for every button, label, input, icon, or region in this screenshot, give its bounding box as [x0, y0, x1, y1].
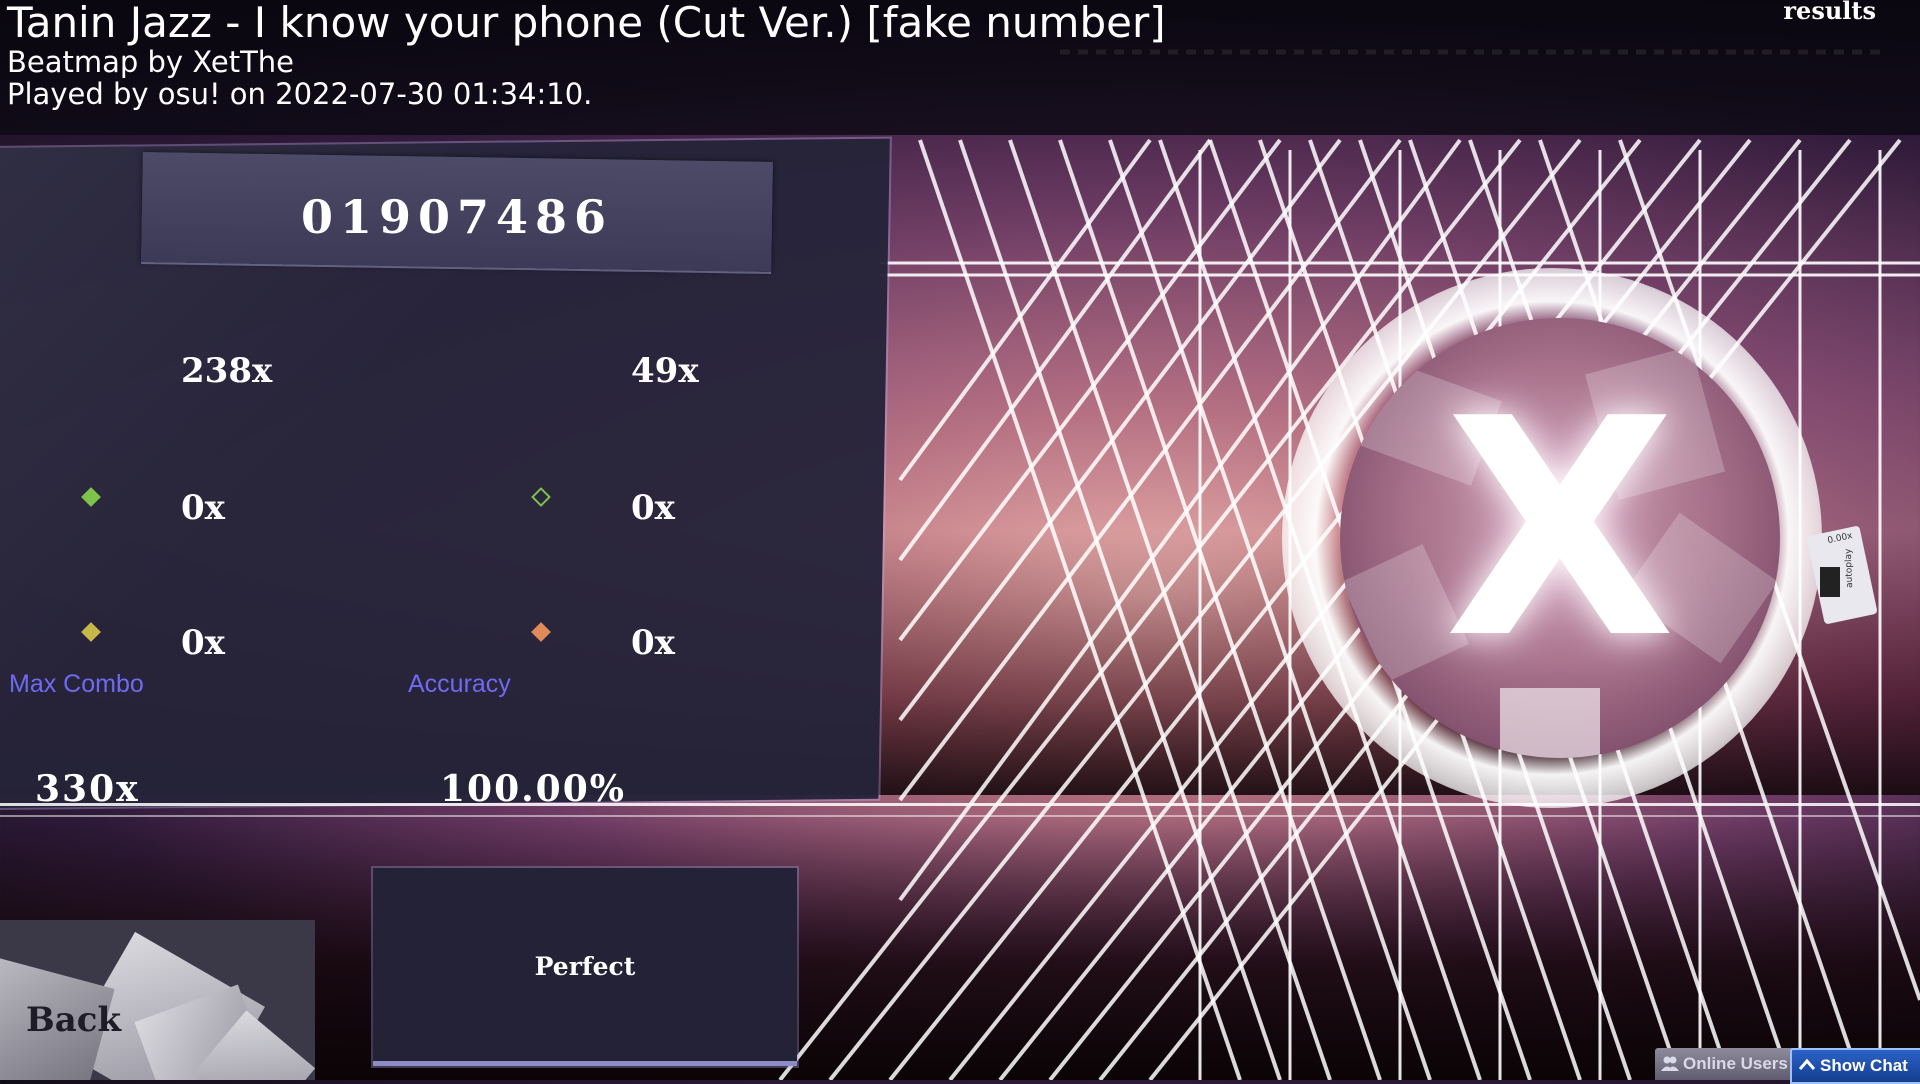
- hit-count-geki: 49x: [631, 351, 699, 391]
- max-combo-label: Max Combo: [9, 670, 144, 698]
- hit-count-50: 0x: [181, 623, 225, 663]
- beatmap-mapper: Beatmap by XetThe: [7, 45, 295, 79]
- divider-line: [0, 803, 1920, 806]
- hit-count-miss: 0x: [631, 623, 675, 663]
- mod-multiplier: 0.00x: [1826, 531, 1854, 547]
- grade-letter: X: [1444, 355, 1676, 704]
- hit-count-100: 0x: [181, 488, 225, 528]
- accuracy-value: 100.00%: [440, 768, 626, 810]
- play-info: Played by osu! on 2022-07-30 01:34:10.: [7, 77, 593, 111]
- hit-count-katu: 0x: [631, 488, 675, 528]
- hit-count-300: 238x: [181, 351, 273, 391]
- back-button-label[interactable]: Back: [26, 1000, 121, 1040]
- beatmap-title: Tanin Jazz - I know your phone (Cut Ver.…: [7, 0, 1166, 47]
- total-score: 01907486: [300, 190, 614, 244]
- divider-line-secondary: [0, 815, 1920, 817]
- results-header: Tanin Jazz - I know your phone (Cut Ver.…: [0, 0, 1920, 135]
- online-users-label: Online Users: [1683, 1054, 1788, 1073]
- mod-name: autoplay: [1843, 548, 1856, 589]
- max-combo-value: 330x: [35, 768, 140, 810]
- show-chat-label: Show Chat: [1820, 1056, 1908, 1075]
- mod-card-shadow: [1820, 567, 1840, 597]
- chevron-up-icon: [1798, 1058, 1816, 1070]
- performance-label: Perfect: [534, 952, 636, 981]
- users-icon: [1661, 1056, 1679, 1071]
- screen-label: results: [1783, 0, 1876, 25]
- show-chat-button[interactable]: Show Chat: [1790, 1048, 1920, 1084]
- accuracy-label: Accuracy: [408, 670, 511, 698]
